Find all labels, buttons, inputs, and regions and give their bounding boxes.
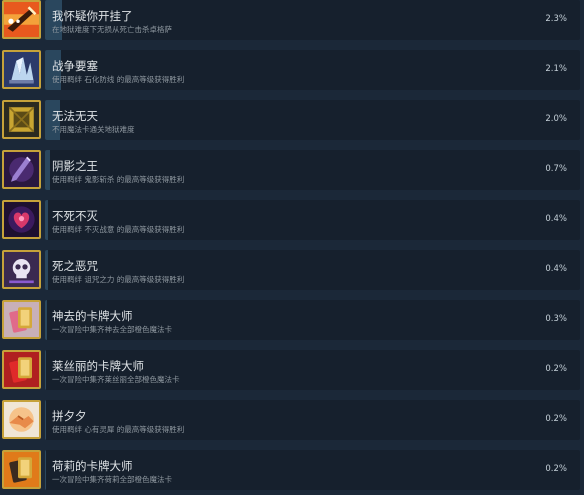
achievement-panel: 拼夕夕 使用羁绊 心有灵犀 的最高等级获得胜利 0.2% — [45, 400, 580, 440]
achievement-description: 使用羁绊 诅咒之力 的最高等级获得胜利 — [52, 275, 185, 284]
shadow-dagger-icon — [2, 150, 41, 189]
achievement-panel: 荷莉的卡牌大师 一次冒险中集齐荷莉全部橙色魔法卡 0.2% — [45, 450, 580, 490]
progress-bar — [45, 300, 48, 340]
achievement-description: 使用羁绊 鬼影斩杀 的最高等级获得胜利 — [52, 175, 185, 184]
achievement-description: 一次冒险中集齐荷莉全部橙色魔法卡 — [52, 475, 172, 484]
achievement-title: 战争要塞 — [52, 59, 98, 73]
achievement-percent: 0.2% — [545, 414, 567, 424]
achievement-title: 我怀疑你开挂了 — [52, 9, 133, 23]
achievement-percent: 2.1% — [545, 64, 567, 74]
achievement-title: 荷莉的卡牌大师 — [52, 459, 133, 473]
undying-heart-icon — [2, 200, 41, 239]
achievement-row[interactable]: 阴影之王 使用羁绊 鬼影斩杀 的最高等级获得胜利 0.7% — [0, 145, 584, 195]
achievement-percent: 0.7% — [545, 164, 567, 174]
achievement-percent: 2.3% — [545, 14, 567, 24]
achievement-title: 莱丝丽的卡牌大师 — [52, 359, 144, 373]
achievement-list: 我怀疑你开挂了 在地狱难度下无损从死亡击杀卓格萨 2.3% 战争要塞 使用羁绊 … — [0, 0, 584, 495]
handshake-icon — [2, 400, 41, 439]
achievement-title: 神去的卡牌大师 — [52, 309, 133, 323]
achievement-row[interactable]: 我怀疑你开挂了 在地狱难度下无损从死亡击杀卓格萨 2.3% — [0, 0, 584, 45]
achievement-title: 拼夕夕 — [52, 409, 87, 423]
achievement-description: 使用羁绊 心有灵犀 的最高等级获得胜利 — [52, 425, 185, 434]
achievement-row[interactable]: 死之恶咒 使用羁绊 诅咒之力 的最高等级获得胜利 0.4% — [0, 245, 584, 295]
achievement-row[interactable]: 拼夕夕 使用羁绊 心有灵犀 的最高等级获得胜利 0.2% — [0, 395, 584, 445]
achievement-percent: 0.2% — [545, 364, 567, 374]
achievement-percent: 2.0% — [545, 114, 567, 124]
achievement-panel: 神去的卡牌大师 一次冒险中集齐神去全部橙色魔法卡 0.3% — [45, 300, 580, 340]
achievement-panel: 死之恶咒 使用羁绊 诅咒之力 的最高等级获得胜利 0.4% — [45, 250, 580, 290]
progress-bar — [45, 450, 47, 490]
achievement-panel: 无法无天 不用魔法卡通关地狱难度 2.0% — [45, 100, 580, 140]
achievement-description: 在地狱难度下无损从死亡击杀卓格萨 — [52, 25, 172, 34]
card-red-icon — [2, 350, 41, 389]
achievement-panel: 莱丝丽的卡牌大师 一次冒险中集齐莱丝丽全部橙色魔法卡 0.2% — [45, 350, 580, 390]
progress-bar — [45, 200, 48, 240]
card-pink-icon — [2, 300, 41, 339]
achievement-row[interactable]: 莱丝丽的卡牌大师 一次冒险中集齐莱丝丽全部橙色魔法卡 0.2% — [0, 345, 584, 395]
skull-curse-icon — [2, 250, 41, 289]
achievement-row[interactable]: 荷莉的卡牌大师 一次冒险中集齐荷莉全部橙色魔法卡 0.2% — [0, 445, 584, 495]
achievement-description: 一次冒险中集齐莱丝丽全部橙色魔法卡 — [52, 375, 180, 384]
achievement-row[interactable]: 神去的卡牌大师 一次冒险中集齐神去全部橙色魔法卡 0.3% — [0, 295, 584, 345]
achievement-percent: 0.4% — [545, 264, 567, 274]
progress-bar — [45, 150, 51, 190]
progress-bar — [45, 400, 47, 440]
progress-bar — [45, 250, 48, 290]
achievement-description: 一次冒险中集齐神去全部橙色魔法卡 — [52, 325, 172, 334]
achievement-title: 死之恶咒 — [52, 259, 98, 273]
achievement-row[interactable]: 战争要塞 使用羁绊 石化防线 的最高等级获得胜利 2.1% — [0, 45, 584, 95]
achievement-percent: 0.3% — [545, 314, 567, 324]
crystal-fortress-icon — [2, 50, 41, 89]
achievement-panel: 我怀疑你开挂了 在地狱难度下无损从死亡击杀卓格萨 2.3% — [45, 0, 580, 40]
progress-bar — [45, 350, 47, 390]
achievement-percent: 0.4% — [545, 214, 567, 224]
achievement-title: 不死不灭 — [52, 209, 98, 223]
achievement-panel: 不死不灭 使用羁绊 不灭战意 的最高等级获得胜利 0.4% — [45, 200, 580, 240]
achievement-percent: 0.2% — [545, 464, 567, 474]
golden-frame-icon — [2, 100, 41, 139]
achievement-title: 阴影之王 — [52, 159, 98, 173]
achievement-row[interactable]: 不死不灭 使用羁绊 不灭战意 的最高等级获得胜利 0.4% — [0, 195, 584, 245]
sword-banner-icon — [2, 0, 41, 39]
achievement-description: 不用魔法卡通关地狱难度 — [52, 125, 135, 134]
achievement-row[interactable]: 无法无天 不用魔法卡通关地狱难度 2.0% — [0, 95, 584, 145]
achievement-title: 无法无天 — [52, 109, 98, 123]
achievement-panel: 阴影之王 使用羁绊 鬼影斩杀 的最高等级获得胜利 0.7% — [45, 150, 580, 190]
card-orange-icon — [2, 450, 41, 489]
achievement-panel: 战争要塞 使用羁绊 石化防线 的最高等级获得胜利 2.1% — [45, 50, 580, 90]
achievement-description: 使用羁绊 不灭战意 的最高等级获得胜利 — [52, 225, 185, 234]
achievement-description: 使用羁绊 石化防线 的最高等级获得胜利 — [52, 75, 185, 84]
